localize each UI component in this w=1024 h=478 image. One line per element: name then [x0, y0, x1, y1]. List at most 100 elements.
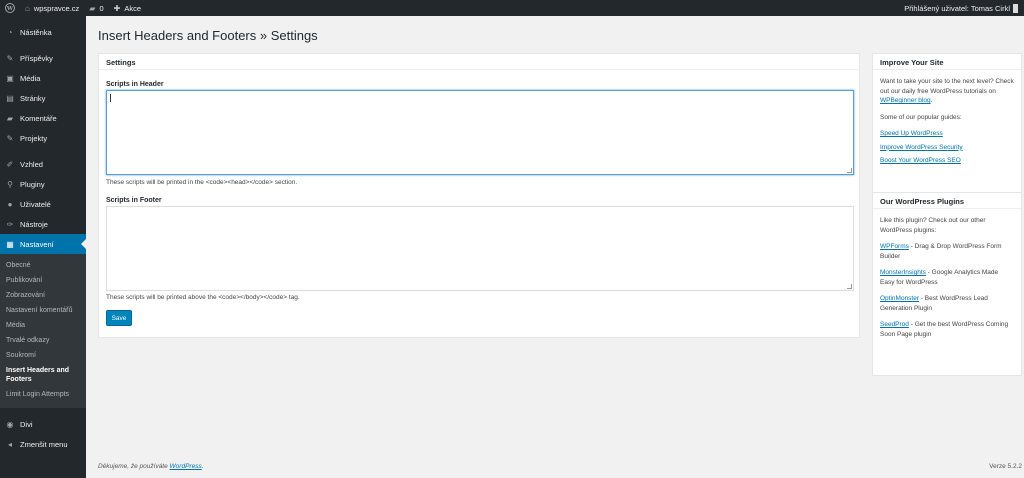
settings-submenu: Obecné Publikování Zobrazování Nastavení ko… — [0, 254, 86, 408]
plugin-item: MonsterInsights - Google Analytics Made … — [880, 268, 1014, 287]
sidebar-item-label: Pluginy — [20, 179, 45, 189]
plugin-link[interactable]: OptinMonster — [880, 295, 919, 302]
sidebar-item-u-ivatel-[interactable]: ● Uživatelé — [0, 194, 86, 214]
header-scripts-textarea[interactable] — [106, 90, 854, 175]
improve-site-panel: Improve Your Site Want to take your site… — [872, 53, 1022, 197]
guide-link[interactable]: Speed Up WordPress — [880, 129, 1014, 139]
settings-panel: Settings Scripts in Header These scripts… — [98, 53, 860, 338]
user-account-link[interactable]: Přihlášený uživatel: Tomas Cirkl — [899, 0, 1024, 16]
submenu-item[interactable]: Soukromí — [0, 348, 86, 363]
footer-version: Verze 5.2.2 — [989, 463, 1022, 470]
sidebar-item-m-dia[interactable]: ▣ Média — [0, 68, 86, 88]
submenu-item[interactable]: Média — [0, 318, 86, 333]
home-icon: ⌂ — [25, 3, 30, 13]
site-name-link[interactable]: ⌂ wpspravce.cz — [20, 0, 84, 16]
sidebar-item-settings[interactable]: ▦ Nastavení — [0, 234, 86, 254]
admin-sidebar: ◔ Nástěnka ✎ Příspěvky ▣ Média ▤ Stránky ▰ Komen… — [0, 16, 86, 478]
avatar — [1013, 3, 1018, 13]
submenu-item[interactable]: Limit Login Attempts — [0, 387, 86, 402]
header-scripts-description: These scripts will be printed in the <co… — [106, 179, 298, 186]
plugin-link[interactable]: SeedProd — [880, 321, 909, 328]
resize-handle-icon[interactable] — [847, 284, 852, 289]
divi-icon: ◉ — [6, 419, 14, 429]
footer-scripts-description: These scripts will be printed above the … — [106, 294, 300, 301]
wordpress-link[interactable]: WordPress — [170, 463, 202, 470]
save-button[interactable]: Save — [106, 310, 132, 326]
footer-scripts-textarea[interactable] — [106, 206, 854, 291]
intro-text: Want to take your site to the next level… — [880, 78, 1014, 95]
page-title: Insert Headers and Footers » Settings — [98, 28, 318, 43]
sidebar-item-label: Příspěvky — [20, 53, 53, 63]
improve-site-title: Improve Your Site — [873, 54, 1021, 70]
sidebar-item-label: Komentáře — [20, 113, 57, 123]
sidebar-item-n-st-nka[interactable]: ◔ Nástěnka — [0, 22, 86, 42]
sidebar-item-label: Nastavení — [20, 239, 54, 249]
pin-icon: ✎ — [6, 133, 14, 143]
submenu-item[interactable]: Insert Headers and Footers — [0, 363, 86, 387]
text-caret — [110, 94, 111, 102]
wrench-icon: ✑ — [6, 219, 14, 229]
comments-count: 0 — [99, 3, 104, 13]
sidebar-item-p-sp-vky[interactable]: ✎ Příspěvky — [0, 48, 86, 68]
intro-text-end: . — [930, 97, 933, 104]
plus-icon: ✚ — [113, 3, 121, 13]
pin-icon: ✎ — [6, 53, 14, 63]
svg-text:W: W — [6, 6, 14, 12]
admin-bar: W ⌂ wpspravce.cz ▰ 0 ✚ Akce Přihlášený u… — [0, 0, 1024, 16]
sidebar-item-label: Divi — [20, 419, 33, 429]
submenu-item[interactable]: Zobrazování — [0, 288, 86, 303]
plugins-panel-title: Our WordPress Plugins — [873, 193, 1021, 209]
plugin-item: OptinMonster - Best WordPress Lead Gener… — [880, 294, 1014, 313]
plugin-item: SeedProd - Get the best WordPress Coming… — [880, 320, 1014, 339]
submenu-item[interactable]: Publikování — [0, 273, 86, 288]
guide-link[interactable]: Improve WordPress Security — [880, 143, 1014, 153]
user-greeting: Přihlášený uživatel: Tomas Cirkl — [904, 3, 1010, 13]
main-content: Insert Headers and Footers » Settings Se… — [98, 16, 1024, 478]
footer-scripts-label: Scripts in Footer — [106, 197, 162, 204]
sidebar-item-divi[interactable]: ◉ Divi — [0, 414, 86, 434]
guides-label: Some of our popular guides: — [880, 113, 962, 121]
resize-handle-icon[interactable] — [847, 168, 852, 173]
sidebar-item-label: Zmenšit menu — [20, 439, 68, 449]
submenu-item[interactable]: Trvalé odkazy — [0, 333, 86, 348]
comment-icon: ▰ — [6, 113, 14, 123]
sidebar-item-label: Stránky — [20, 93, 46, 103]
sidebar-item-label: Média — [20, 73, 41, 83]
wordpress-logo-icon[interactable]: W — [0, 0, 20, 16]
user-icon: ● — [7, 199, 13, 209]
footer-thanks-text: Děkujeme, že používáte — [98, 463, 170, 470]
improve-site-intro: Want to take your site to the next level… — [880, 77, 1014, 106]
footer-thanks-end: . — [201, 463, 204, 470]
guide-link[interactable]: Boost Your WordPress SEO — [880, 156, 1014, 166]
new-content-label: Akce — [124, 3, 141, 13]
sidebar-item-koment-e[interactable]: ▰ Komentáře — [0, 108, 86, 128]
plugins-panel: Our WordPress Plugins Like this plugin? … — [872, 192, 1022, 376]
gauge-icon: ◔ — [7, 27, 13, 37]
submenu-item[interactable]: Nastavení komentářů — [0, 303, 86, 318]
sidebar-item-label: Uživatelé — [20, 199, 51, 209]
page-icon: ▤ — [6, 93, 14, 103]
plugins-intro: Like this plugin? Check out our other Wo… — [880, 217, 986, 234]
sidebar-item-str-nky[interactable]: ▤ Stránky — [0, 88, 86, 108]
sidebar-item-zmen-it-menu[interactable]: ◂ Zmenšit menu — [0, 434, 86, 454]
wpbeginner-link[interactable]: WPBeginner blog — [880, 97, 931, 104]
sidebar-item-vzhled[interactable]: ✐ Vzhled — [0, 154, 86, 174]
sidebar-item-projekty[interactable]: ✎ Projekty — [0, 128, 86, 148]
plugins-list: WPForms - Drag & Drop WordPress Form Bui… — [880, 242, 1014, 339]
brush-icon: ✐ — [6, 159, 14, 169]
sidebar-item-pluginy[interactable]: ⚲ Pluginy — [0, 174, 86, 194]
sidebar-item-label: Nástroje — [20, 219, 48, 229]
plugin-link[interactable]: WPForms — [880, 243, 909, 250]
collapse-icon: ◂ — [7, 439, 12, 449]
plugin-link[interactable]: MonsterInsights — [880, 269, 926, 276]
new-content-link[interactable]: ✚ Akce — [109, 0, 146, 16]
guides-list: Speed Up WordPress Improve WordPress Secu… — [880, 129, 1014, 166]
plugin-icon: ⚲ — [7, 179, 13, 189]
submenu-item[interactable]: Obecné — [0, 258, 86, 273]
sidebar-item-label: Vzhled — [20, 159, 43, 169]
sidebar-item-label: Nástěnka — [20, 27, 52, 37]
footer-thanks: Děkujeme, že používáte WordPress. — [98, 463, 204, 470]
sidebar-item-n-stroje[interactable]: ✑ Nástroje — [0, 214, 86, 234]
sidebar-item-label: Projekty — [20, 133, 48, 143]
comments-link[interactable]: ▰ 0 — [84, 0, 108, 16]
